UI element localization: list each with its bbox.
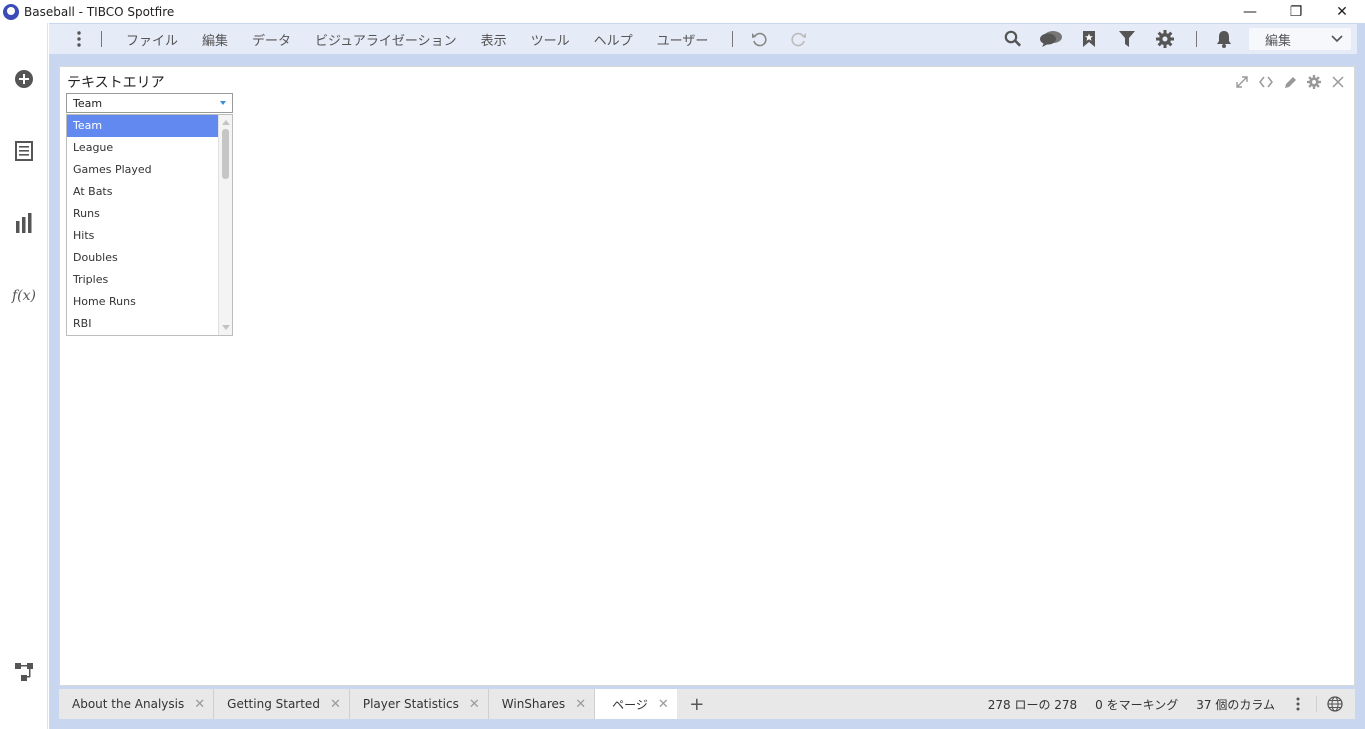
bookmark-icon[interactable] <box>1070 24 1108 54</box>
list-item[interactable]: Home Runs <box>67 291 218 313</box>
window-title: Baseball - TIBCO Spotfire <box>24 4 175 19</box>
redo-icon[interactable] <box>785 24 813 54</box>
toolbar: ファイル 編集 データ ビジュアライゼーション 表示 ツール ヘルプ ユーザー <box>49 24 1357 54</box>
edit-pencil-icon[interactable] <box>1278 73 1302 91</box>
maximize-icon[interactable] <box>1230 73 1254 91</box>
menu-view[interactable]: 表示 <box>469 30 519 49</box>
mode-select-value: 編集 <box>1265 33 1292 49</box>
list-item[interactable]: Doubles <box>67 247 218 269</box>
status-bar: 278 ローの 278 0 をマーキング 37 個のカラム <box>979 689 1355 719</box>
close-tab-icon[interactable]: ✕ <box>330 697 341 712</box>
close-tab-icon[interactable]: ✕ <box>194 697 205 712</box>
dropdown-value: Team <box>73 96 103 110</box>
panel-settings-icon[interactable] <box>1302 73 1326 91</box>
close-tab-icon[interactable]: ✕ <box>658 697 669 712</box>
close-tab-icon[interactable]: ✕ <box>575 697 586 712</box>
data-canvas-icon[interactable] <box>12 660 36 684</box>
list-item[interactable]: Runs <box>67 203 218 225</box>
minimize-button[interactable]: — <box>1227 0 1273 23</box>
dropdown-arrow-icon <box>220 101 226 105</box>
list-item[interactable]: Team <box>67 115 218 137</box>
tab-label: ページ <box>612 697 648 712</box>
scroll-thumb[interactable] <box>222 129 229 179</box>
menu-tools[interactable]: ツール <box>519 30 582 49</box>
toolbar-separator <box>101 31 102 47</box>
list-item[interactable]: Games Played <box>67 159 218 181</box>
marked-count-status[interactable]: 0 をマーキング <box>1086 696 1187 713</box>
filter-icon[interactable] <box>1108 24 1146 54</box>
menu-edit[interactable]: 編集 <box>190 30 240 49</box>
scroll-down-arrow-icon[interactable] <box>222 325 230 330</box>
bottom-bar: About the Analysis ✕ Getting Started ✕ P… <box>59 689 1355 719</box>
close-panel-icon[interactable] <box>1326 73 1350 91</box>
menu-help[interactable]: ヘルプ <box>582 30 645 49</box>
toolbar-separator <box>732 31 734 47</box>
spotfire-logo-icon <box>3 3 19 20</box>
notification-bell-icon[interactable] <box>1209 24 1239 54</box>
add-data-icon[interactable] <box>12 67 36 91</box>
tab-label: Player Statistics <box>362 697 459 711</box>
close-tab-icon[interactable]: ✕ <box>469 697 480 712</box>
toolbar-separator <box>1196 31 1197 47</box>
tab-label: WinShares <box>501 697 566 711</box>
page-tab[interactable]: Getting Started ✕ <box>214 689 350 719</box>
status-separator <box>1316 696 1317 712</box>
menu-user[interactable]: ユーザー <box>645 30 721 49</box>
menu-visualization[interactable]: ビジュアライゼーション <box>303 30 469 49</box>
collaboration-icon[interactable] <box>1032 24 1070 54</box>
html-code-icon[interactable] <box>1254 73 1278 91</box>
page-tab[interactable]: About the Analysis ✕ <box>59 689 215 719</box>
page-tab-active[interactable]: ページ ✕ <box>595 689 677 719</box>
add-page-button[interactable]: + <box>677 689 717 719</box>
column-dropdown[interactable]: Team <box>66 93 233 113</box>
list-item[interactable]: League <box>67 137 218 159</box>
listbox-scrollbar[interactable] <box>218 115 232 335</box>
globe-icon[interactable] <box>1321 689 1349 719</box>
tab-label: Getting Started <box>227 697 320 711</box>
restore-button[interactable]: ❐ <box>1273 0 1319 23</box>
list-item[interactable]: Hits <box>67 225 218 247</box>
row-count-status[interactable]: 278 ローの 278 <box>979 696 1086 713</box>
left-sidebar: f(x) <box>0 23 48 729</box>
page-tab[interactable]: Player Statistics ✕ <box>350 689 489 719</box>
list-item[interactable]: RBI <box>67 313 218 335</box>
function-icon[interactable]: f(x) <box>12 284 36 308</box>
page-tab[interactable]: WinShares ✕ <box>489 689 596 719</box>
toolbar-right: 編集 <box>994 24 1357 54</box>
visualization-icon[interactable] <box>12 211 36 235</box>
mode-select[interactable]: 編集 <box>1249 28 1351 50</box>
panel-icons <box>1230 73 1350 91</box>
menu-file[interactable]: ファイル <box>114 30 190 49</box>
list-item[interactable]: Triples <box>67 269 218 291</box>
list-item[interactable]: At Bats <box>67 181 218 203</box>
search-icon[interactable] <box>994 24 1032 54</box>
settings-gear-icon[interactable] <box>1146 24 1184 54</box>
more-options-icon[interactable] <box>1284 689 1312 719</box>
chevron-down-icon <box>1331 32 1343 47</box>
menu-data[interactable]: データ <box>240 30 303 49</box>
scroll-up-arrow-icon[interactable] <box>222 120 230 125</box>
title-bar: Baseball - TIBCO Spotfire — ❐ ✕ <box>0 0 1365 23</box>
undo-icon[interactable] <box>745 24 773 54</box>
window-controls: — ❐ ✕ <box>1227 0 1365 23</box>
column-listbox[interactable]: Team League Games Played At Bats Runs Hi… <box>66 114 233 336</box>
data-table-icon[interactable] <box>12 139 36 163</box>
tab-label: About the Analysis <box>72 697 185 711</box>
column-count-status[interactable]: 37 個のカラム <box>1187 696 1284 713</box>
close-window-button[interactable]: ✕ <box>1319 0 1365 23</box>
panel-title: テキストエリア <box>67 75 165 91</box>
page-tabs: About the Analysis ✕ Getting Started ✕ P… <box>59 689 717 719</box>
text-area-panel: テキストエリア Team Team League Games Played At… <box>59 66 1355 686</box>
more-menu-icon[interactable] <box>69 24 89 54</box>
